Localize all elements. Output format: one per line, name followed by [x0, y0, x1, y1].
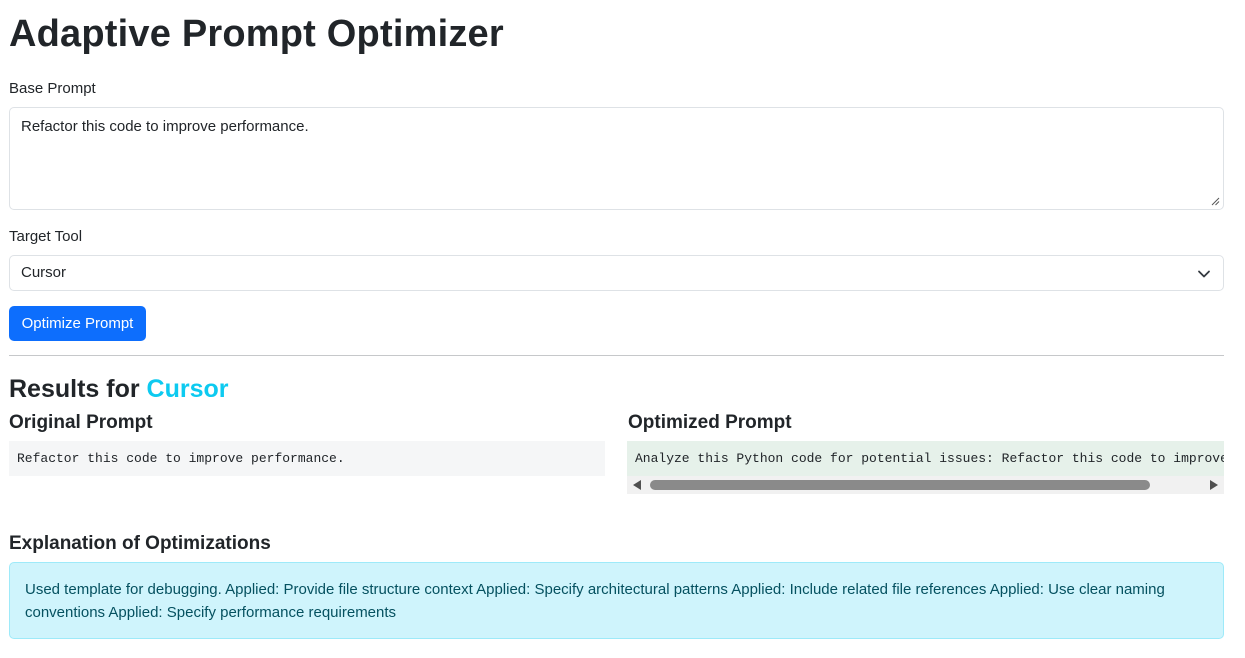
- original-prompt-code: Refactor this code to improve performanc…: [9, 441, 605, 476]
- page-title: Adaptive Prompt Optimizer: [9, 13, 504, 55]
- page: Adaptive Prompt Optimizer Base Prompt Re…: [0, 0, 1245, 658]
- base-prompt-label: Base Prompt: [9, 80, 96, 97]
- explanation-heading: Explanation of Optimizations: [9, 533, 271, 554]
- target-tool-selected: Cursor: [21, 264, 67, 281]
- optimized-prompt-scrollbar[interactable]: [627, 476, 1224, 494]
- optimize-prompt-button[interactable]: Optimize Prompt: [9, 306, 146, 341]
- results-tool-name: Cursor: [146, 375, 229, 403]
- scrollbar-thumb[interactable]: [650, 480, 1150, 490]
- scroll-left-icon[interactable]: [633, 480, 641, 490]
- target-tool-select[interactable]: Cursor: [9, 255, 1224, 291]
- base-prompt-value: Refactor this code to improve performanc…: [21, 118, 309, 135]
- scroll-right-icon[interactable]: [1210, 480, 1218, 490]
- results-heading-prefix: Results for: [9, 375, 147, 403]
- explanation-alert: Used template for debugging. Applied: Pr…: [9, 562, 1224, 639]
- results-heading: Results for Cursor: [9, 372, 229, 406]
- resize-grip-icon[interactable]: [1211, 197, 1220, 206]
- original-prompt-heading: Original Prompt: [9, 412, 153, 433]
- section-divider: [9, 355, 1224, 356]
- optimized-prompt-code: Analyze this Python code for potential i…: [627, 441, 1224, 476]
- chevron-down-icon: [1198, 270, 1210, 278]
- optimized-prompt-heading: Optimized Prompt: [628, 412, 792, 433]
- base-prompt-textarea[interactable]: Refactor this code to improve performanc…: [9, 107, 1224, 210]
- target-tool-label: Target Tool: [9, 228, 83, 245]
